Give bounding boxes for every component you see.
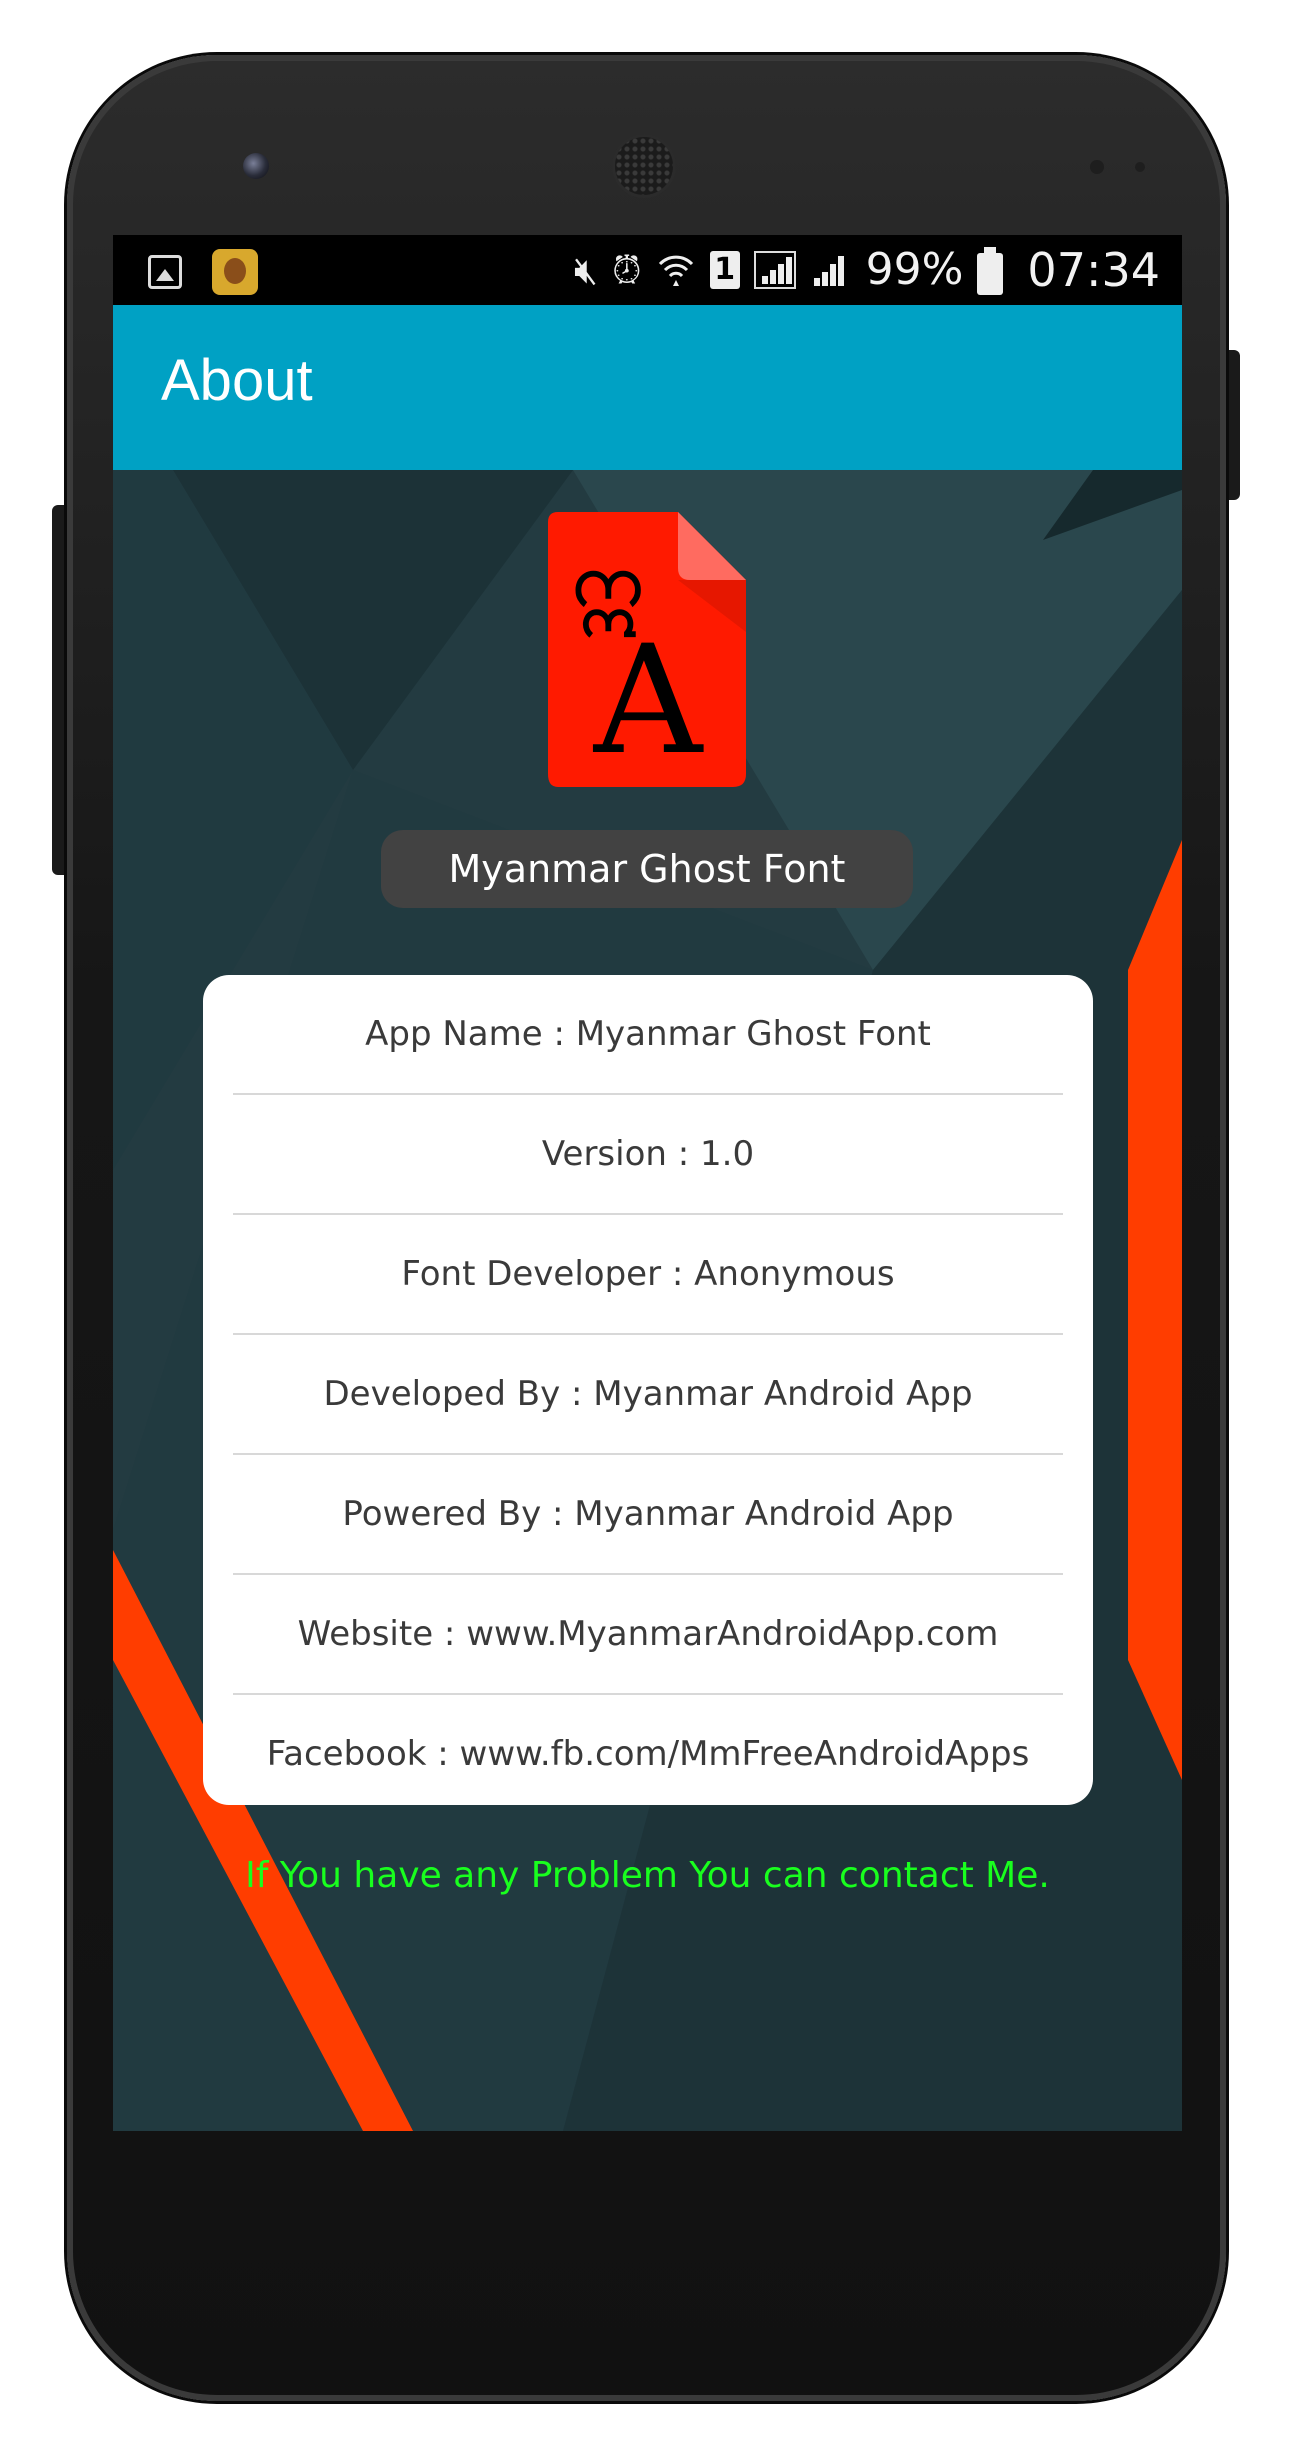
app-bar: About <box>113 305 1182 470</box>
app-logo-icon: ဣ A <box>548 512 746 787</box>
sim-icon: 1 <box>709 251 740 289</box>
screen: 🔇︎ ⏰︎ 1 99% 07:34 About ဣ A Myanmar Ghos… <box>113 235 1182 2131</box>
app-info-card: App Name : Myanmar Ghost Font Version : … <box>203 975 1093 1805</box>
light-sensor <box>1135 162 1145 172</box>
about-content: ဣ A Myanmar Ghost Font App Name : Myanma… <box>113 470 1182 2131</box>
proximity-sensor <box>1090 160 1104 174</box>
contact-message: If You have any Problem You can contact … <box>245 1855 1050 1896</box>
app-notification-icon <box>212 249 258 295</box>
battery-percent: 99% <box>865 244 964 295</box>
signal-icon-2 <box>810 251 852 289</box>
info-font-developer: Font Developer : Anonymous <box>401 1254 895 1294</box>
info-app-name: App Name : Myanmar Ghost Font <box>365 1014 931 1054</box>
mute-icon: 🔇︎ <box>574 248 598 292</box>
info-facebook-link[interactable]: Facebook : www.fb.com/MmFreeAndroidApps <box>233 1695 1063 1813</box>
info-website-link[interactable]: Website : www.MyanmarAndroidApp.com <box>233 1575 1063 1693</box>
app-title-badge: Myanmar Ghost Font <box>381 830 913 908</box>
logo-glyph-bottom: A <box>593 614 704 787</box>
signal-icon <box>753 251 796 289</box>
page-title: About <box>161 348 313 413</box>
wifi-icon <box>658 255 693 286</box>
front-camera <box>243 153 269 179</box>
phone-power-button <box>1224 350 1240 500</box>
earpiece-speaker <box>615 137 673 195</box>
info-version: Version : 1.0 <box>541 1134 755 1174</box>
status-bar: 🔇︎ ⏰︎ 1 99% 07:34 <box>113 235 1182 305</box>
clock: 07:34 <box>1027 243 1160 297</box>
alarm-icon: ⏰︎ <box>611 248 642 292</box>
info-developed-by: Developed By : Myanmar Android App <box>323 1374 973 1414</box>
info-powered-by: Powered By : Myanmar Android App <box>342 1494 954 1534</box>
battery-icon <box>977 247 1004 295</box>
gallery-icon <box>148 255 182 289</box>
